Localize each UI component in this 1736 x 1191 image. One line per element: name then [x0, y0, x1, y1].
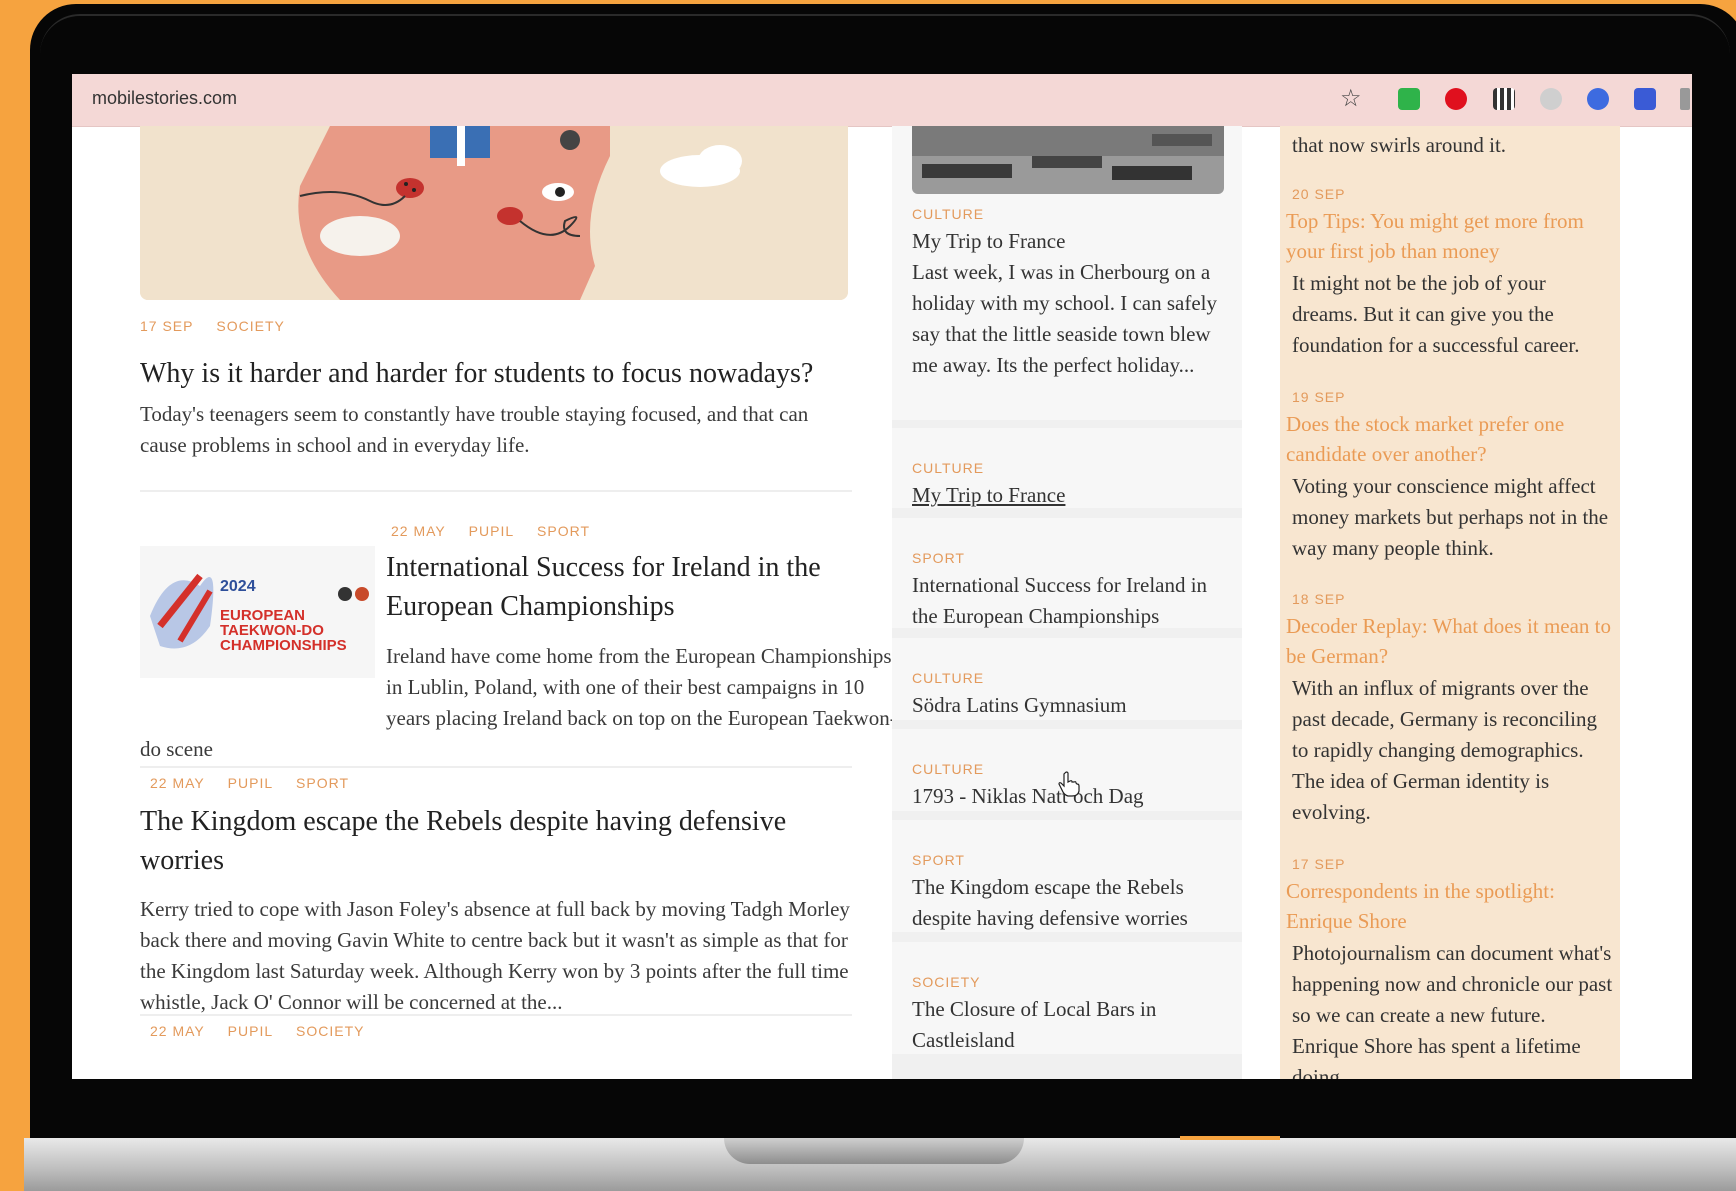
featured-title[interactable]: My Trip to France	[912, 226, 1230, 257]
article-title[interactable]: International Success for Ireland in the…	[386, 548, 856, 626]
story-text: Photojournalism can document what's happ…	[1292, 941, 1613, 1079]
article-tag[interactable]: PUPIL	[228, 775, 273, 791]
article-tag[interactable]: PUPIL	[469, 523, 514, 539]
article-excerpt: Ireland have come home from the European…	[140, 641, 902, 765]
list-item[interactable]: CULTURE My Trip to France	[892, 428, 1242, 508]
list-item-title[interactable]: Södra Latins Gymnasium	[912, 690, 1230, 721]
article-meta: 17 SEP SOCIETY	[140, 318, 303, 334]
bezel	[40, 14, 1730, 76]
address-bar[interactable]: mobilestories.com ☆	[72, 74, 1692, 127]
category-label[interactable]: SOCIETY	[912, 974, 980, 990]
browser-screen: mobilestories.com ☆ 17 SEP SOCIETY Why i…	[72, 74, 1692, 1079]
article-tag[interactable]: SPORT	[296, 775, 349, 791]
story-title[interactable]: Decoder Replay: What does it mean to be …	[1286, 611, 1616, 671]
list-item[interactable]: SPORT International Success for Ireland …	[892, 518, 1242, 628]
article-date: 22 MAY	[150, 1023, 205, 1039]
article-title[interactable]: Why is it harder and harder for students…	[140, 354, 840, 393]
article-tag[interactable]: PUPIL	[228, 1023, 273, 1039]
thumb-year: 2024	[220, 578, 256, 595]
featured-card[interactable]: CULTURE My Trip to France Last week, I w…	[892, 126, 1242, 420]
story-date: 18 SEP	[1292, 591, 1346, 607]
article-date: 17 SEP	[140, 318, 194, 334]
star-icon[interactable]: ☆	[1340, 84, 1362, 112]
featured-image[interactable]	[912, 126, 1224, 194]
url-text[interactable]: mobilestories.com	[92, 88, 237, 109]
category-label[interactable]: CULTURE	[912, 670, 984, 686]
category-label[interactable]: CULTURE	[912, 761, 984, 777]
right-column: that now swirls around it. 20 SEP Top Ti…	[1280, 126, 1620, 1079]
list-item[interactable]: CULTURE Södra Latins Gymnasium	[892, 638, 1242, 720]
list-item-title[interactable]: International Success for Ireland in the…	[912, 570, 1230, 632]
article-tag[interactable]: SOCIETY	[296, 1023, 364, 1039]
list-item[interactable]: SOCIETY The Closure of Local Bars in Cas…	[892, 942, 1242, 1054]
page-content: 17 SEP SOCIETY Why is it harder and hard…	[72, 126, 1692, 1079]
zoom-icon[interactable]	[1587, 88, 1609, 110]
reader-extension-icon[interactable]	[1398, 88, 1420, 110]
list-item[interactable]: SPORT The Kingdom escape the Rebels desp…	[892, 820, 1242, 932]
featured-excerpt: Last week, I was in Cherbourg on a holid…	[912, 260, 1218, 377]
story-text: With an influx of migrants over the past…	[1292, 676, 1597, 824]
story-text: It might not be the job of your dreams. …	[1292, 271, 1580, 357]
article-tag[interactable]: SPORT	[537, 523, 590, 539]
thumb-line2: TAEKWON-DO	[220, 622, 324, 639]
list-item-title[interactable]: The Kingdom escape the Rebels despite ha…	[912, 872, 1230, 934]
divider	[140, 766, 852, 768]
opera-icon[interactable]	[1445, 88, 1467, 110]
article-date: 22 MAY	[391, 523, 446, 539]
thumb-line1: EUROPEAN	[220, 607, 306, 624]
list-item-title[interactable]: My Trip to France	[912, 480, 1230, 511]
wrap-spacer	[140, 641, 386, 734]
laptop-hinge	[724, 1138, 1024, 1164]
hand-cursor-icon	[1058, 771, 1080, 797]
story-title[interactable]: Does the stock market prefer one candida…	[1286, 409, 1616, 469]
article-meta: 22 MAY PUPIL SPORT	[150, 775, 367, 791]
category-label[interactable]: SPORT	[912, 852, 965, 868]
divider	[140, 490, 852, 492]
article-tag[interactable]: SOCIETY	[216, 318, 284, 334]
category-label[interactable]: CULTURE	[912, 206, 984, 222]
middle-column: CULTURE My Trip to France Last week, I w…	[892, 126, 1242, 1079]
story-date: 20 SEP	[1292, 186, 1346, 202]
article-meta: 22 MAY PUPIL SPORT	[391, 523, 608, 539]
apps-grid-icon[interactable]	[1634, 88, 1656, 110]
story-title[interactable]: Top Tips: You might get more from your f…	[1286, 206, 1616, 266]
extension-menu-icon[interactable]	[1680, 88, 1690, 110]
hero-illustration[interactable]	[140, 126, 848, 300]
category-label[interactable]: CULTURE	[912, 460, 984, 476]
story-text: Voting your conscience might affect mone…	[1292, 474, 1609, 560]
story-title[interactable]: Correspondents in the spotlight: Enrique…	[1286, 876, 1616, 936]
list-item[interactable]: CULTURE 1793 - Niklas Natt och Dag	[892, 729, 1242, 811]
base-accent	[1180, 1136, 1280, 1140]
article-date: 22 MAY	[150, 775, 205, 791]
category-label[interactable]: SPORT	[912, 550, 965, 566]
qr-code-icon[interactable]	[1493, 88, 1515, 110]
story-text: that now swirls around it.	[1292, 133, 1507, 157]
story-date: 19 SEP	[1292, 389, 1346, 405]
article-excerpt: Today's teenagers seem to constantly hav…	[140, 402, 809, 457]
grammarly-icon[interactable]	[1540, 88, 1562, 110]
article-title[interactable]: The Kingdom escape the Rebels despite ha…	[140, 802, 840, 880]
article-meta: 22 MAY PUPIL SOCIETY	[150, 1023, 382, 1039]
story-date: 17 SEP	[1292, 856, 1346, 872]
divider	[140, 1014, 852, 1016]
article-excerpt: Kerry tried to cope with Jason Foley's a…	[140, 897, 850, 1014]
list-item-title[interactable]: The Closure of Local Bars in Castleislan…	[912, 994, 1230, 1056]
